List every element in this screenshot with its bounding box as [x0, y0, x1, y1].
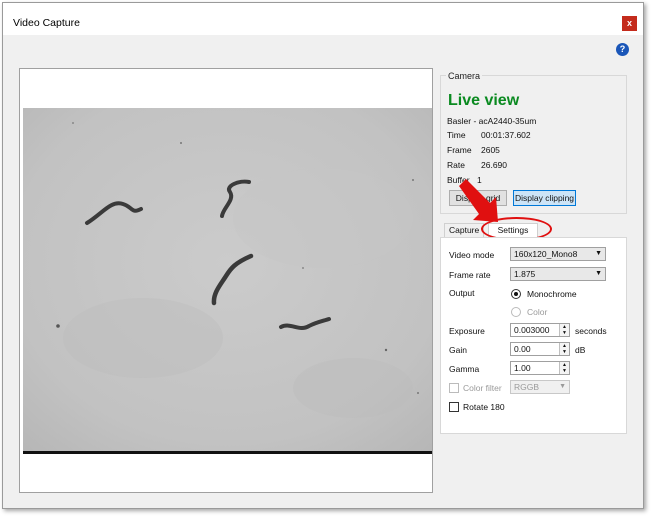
- live-view-status: Live view: [448, 92, 520, 109]
- frame-row: Frame 2605: [447, 145, 500, 155]
- display-clipping-button[interactable]: Display clipping: [513, 190, 576, 206]
- exposure-label: Exposure: [449, 326, 485, 336]
- spinner-icon[interactable]: ▲ ▼: [559, 324, 569, 336]
- exposure-value: 0.003000: [514, 325, 550, 335]
- frame-rate-label: Frame rate: [449, 270, 491, 280]
- tab-capture[interactable]: Capture: [444, 223, 485, 237]
- rate-value: 26.690: [481, 160, 507, 170]
- frame-rate-select[interactable]: 1.875 ▼: [510, 267, 606, 281]
- gamma-value: 1.00: [514, 363, 531, 373]
- worm-microscopy-image: [23, 108, 432, 451]
- frame-value: 2605: [481, 145, 500, 155]
- exposure-input[interactable]: 0.003000 ▲ ▼: [510, 323, 570, 337]
- chevron-down-icon: ▼: [595, 270, 602, 277]
- rate-label: Rate: [447, 160, 465, 170]
- video-mode-select[interactable]: 160x120_Mono8 ▼: [510, 247, 606, 261]
- gain-unit: dB: [575, 345, 586, 355]
- color-filter-checkbox[interactable]: [449, 383, 459, 393]
- time-value: 00:01:37.602: [481, 130, 531, 140]
- camera-image: [23, 108, 432, 451]
- gain-value: 0.00: [514, 344, 531, 354]
- time-row: Time 00:01:37.602: [447, 130, 531, 140]
- window-title: Video Capture: [13, 17, 80, 29]
- gamma-label: Gamma: [449, 364, 480, 374]
- rotate-180-checkbox[interactable]: [449, 402, 459, 412]
- camera-group-title: Camera: [446, 71, 483, 81]
- rotate-180-label: Rotate 180: [463, 402, 505, 412]
- chevron-down-icon: ▼: [559, 383, 566, 390]
- color-radio[interactable]: [511, 307, 521, 317]
- chevron-down-icon: ▼: [595, 250, 602, 257]
- monochrome-radio[interactable]: [511, 289, 521, 299]
- close-button[interactable]: x: [622, 16, 637, 31]
- frame-rate-value: 1.875: [514, 269, 536, 279]
- video-mode-label: Video mode: [449, 250, 495, 260]
- monochrome-label: Monochrome: [527, 289, 577, 299]
- time-label: Time: [447, 130, 466, 140]
- color-label: Color: [527, 307, 548, 317]
- image-bottom-bar: [23, 451, 432, 454]
- spinner-icon[interactable]: ▲ ▼: [559, 362, 569, 374]
- spinner-icon[interactable]: ▲ ▼: [559, 343, 569, 355]
- help-icon[interactable]: ?: [616, 43, 629, 56]
- color-filter-select[interactable]: RGGB ▼: [510, 380, 570, 394]
- rate-row: Rate 26.690: [447, 160, 507, 170]
- gain-input[interactable]: 0.00 ▲ ▼: [510, 342, 570, 356]
- color-filter-label: Color filter: [463, 383, 502, 393]
- output-label: Output: [449, 288, 475, 298]
- gain-label: Gain: [449, 345, 467, 355]
- video-preview: [19, 68, 433, 493]
- camera-model: Basler - acA2440-35um: [447, 116, 537, 126]
- video-mode-value: 160x120_Mono8: [514, 249, 578, 259]
- red-arrow-icon: [459, 179, 498, 222]
- title-bar: Video Capture x: [3, 3, 643, 35]
- gamma-input[interactable]: 1.00 ▲ ▼: [510, 361, 570, 375]
- settings-panel: Video mode 160x120_Mono8 ▼ Frame rate 1.…: [440, 237, 627, 434]
- frame-label: Frame: [447, 145, 472, 155]
- color-filter-value: RGGB: [514, 382, 540, 392]
- exposure-unit: seconds: [575, 326, 607, 336]
